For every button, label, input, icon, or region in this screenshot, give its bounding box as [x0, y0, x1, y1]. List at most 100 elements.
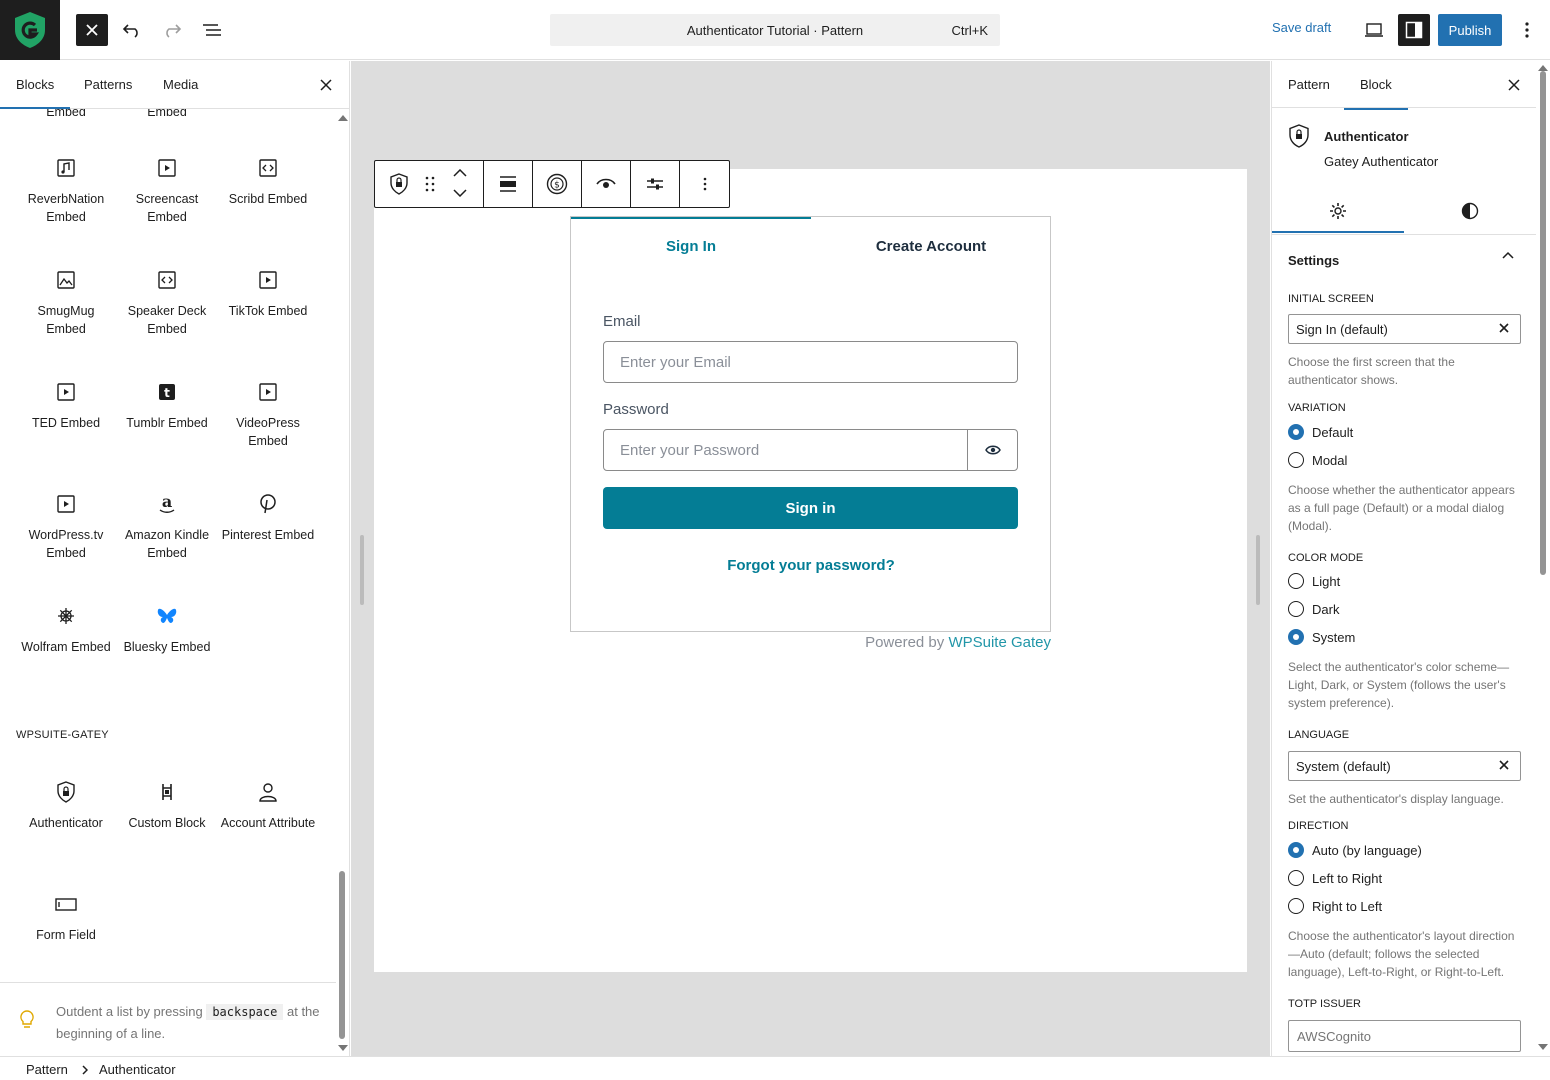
- block-item-label: Authenticator: [29, 816, 103, 830]
- block-item[interactable]: t Tumblr Embed: [119, 380, 215, 432]
- block-list: Embed Embed ReverbNation Embed Screencast…: [0, 109, 336, 982]
- language-select[interactable]: System (default): [1288, 751, 1521, 781]
- radio-variation-default[interactable]: Default: [1288, 424, 1353, 440]
- block-item[interactable]: WordPress.tv Embed: [18, 492, 114, 562]
- breadcrumb-item[interactable]: Authenticator: [99, 1062, 176, 1077]
- publish-button[interactable]: Publish: [1438, 14, 1502, 46]
- forgot-password-link[interactable]: Forgot your password?: [571, 557, 1051, 574]
- radio-direction-auto[interactable]: Auto (by language): [1288, 842, 1422, 858]
- customize-button[interactable]: [643, 172, 667, 196]
- initial-screen-select[interactable]: Sign In (default): [1288, 314, 1521, 344]
- clear-icon[interactable]: [1498, 322, 1510, 334]
- scrollbar[interactable]: [339, 871, 345, 1039]
- breadcrumb-item[interactable]: Pattern: [26, 1062, 68, 1077]
- save-draft-button[interactable]: Save draft: [1272, 20, 1331, 35]
- radio-color-system[interactable]: System: [1288, 629, 1355, 645]
- shortcut-hint: Ctrl+K: [951, 22, 988, 38]
- powered-by-link[interactable]: WPSuite Gatey: [948, 634, 1051, 651]
- radio-direction-rtl[interactable]: Right to Left: [1288, 898, 1382, 914]
- radio-color-dark[interactable]: Dark: [1288, 601, 1339, 617]
- device-preview-button[interactable]: [1358, 14, 1390, 46]
- block-item[interactable]: TED Embed: [18, 380, 114, 432]
- move-up-button[interactable]: [448, 163, 472, 183]
- tab-patterns[interactable]: Patterns: [84, 77, 132, 92]
- block-item-label: Amazon Kindle Embed: [124, 528, 210, 560]
- radio-direction-ltr[interactable]: Left to Right: [1288, 870, 1382, 886]
- block-item[interactable]: Pinterest Embed: [220, 492, 316, 544]
- block-item[interactable]: Wolfram Embed: [18, 604, 114, 656]
- close-settings-button[interactable]: [1504, 75, 1524, 95]
- tab-styles[interactable]: [1458, 199, 1482, 223]
- block-toolbar-group: [375, 161, 484, 207]
- options-button[interactable]: [1511, 14, 1543, 46]
- sign-in-button[interactable]: Sign in: [603, 487, 1018, 529]
- site-logo[interactable]: [0, 0, 60, 60]
- block-item[interactable]: Bluesky Embed: [119, 604, 215, 656]
- settings-toggle-button[interactable]: [1398, 14, 1430, 46]
- radio-color-light[interactable]: Light: [1288, 573, 1340, 589]
- block-options-button[interactable]: [693, 172, 717, 196]
- scroll-up-arrow[interactable]: [338, 115, 348, 121]
- totp-issuer-label: TOTP ISSUER: [1288, 998, 1361, 1010]
- block-item[interactable]: a Amazon Kindle Embed: [119, 492, 215, 562]
- tab-sign-in[interactable]: Sign In: [571, 217, 811, 273]
- resize-handle-right[interactable]: [1256, 535, 1260, 605]
- tab-media[interactable]: Media: [163, 77, 198, 92]
- close-icon: [1508, 79, 1520, 91]
- block-item[interactable]: Speaker Deck Embed: [119, 268, 215, 338]
- screen-button[interactable]: $: [545, 172, 569, 196]
- block-item[interactable]: Custom Block: [119, 780, 215, 832]
- password-field[interactable]: Enter your Password: [603, 429, 968, 471]
- scroll-down-arrow[interactable]: [1538, 1044, 1548, 1050]
- close-inserter-button[interactable]: [76, 14, 108, 46]
- tab-create-account[interactable]: Create Account: [811, 217, 1051, 273]
- drag-handle[interactable]: [418, 172, 442, 196]
- block-item[interactable]: TikTok Embed: [220, 268, 316, 320]
- block-item-label: Account Attribute: [220, 816, 316, 830]
- block-item[interactable]: Form Field: [18, 892, 114, 944]
- block-item[interactable]: Screencast Embed: [119, 156, 215, 226]
- block-item[interactable]: ReverbNation Embed: [18, 156, 114, 226]
- tab-pattern[interactable]: Pattern: [1288, 77, 1330, 92]
- show-password-button[interactable]: [967, 429, 1018, 471]
- block-toolbar: $: [374, 160, 730, 208]
- scroll-down-arrow[interactable]: [338, 1045, 348, 1051]
- close-inserter-panel-button[interactable]: [316, 75, 336, 95]
- scrollbar[interactable]: [1540, 71, 1546, 575]
- block-item-partial[interactable]: Embed: [119, 109, 215, 121]
- redo-button[interactable]: [156, 14, 188, 46]
- command-palette-bar[interactable]: Authenticator Tutorial · Pattern Ctrl+K: [550, 14, 1000, 46]
- initial-screen-label: INITIAL SCREEN: [1288, 293, 1374, 305]
- preview-button[interactable]: [594, 172, 618, 196]
- block-type-button[interactable]: [387, 172, 411, 196]
- more-vertical-icon: [1525, 22, 1529, 38]
- settings-panel-title[interactable]: Settings: [1288, 253, 1339, 268]
- undo-button[interactable]: [116, 14, 148, 46]
- breadcrumb: Pattern Authenticator: [0, 1056, 1550, 1080]
- radio-variation-modal[interactable]: Modal: [1288, 452, 1347, 468]
- clear-icon[interactable]: [1498, 759, 1510, 771]
- block-item[interactable]: Authenticator: [18, 780, 114, 832]
- move-down-button[interactable]: [448, 183, 472, 203]
- totp-issuer-input[interactable]: AWSCognito: [1288, 1020, 1521, 1052]
- pinterest-icon: [256, 492, 280, 516]
- tab-settings[interactable]: [1326, 199, 1350, 223]
- tab-blocks[interactable]: Blocks: [0, 77, 71, 109]
- embed-video-icon: [54, 380, 78, 404]
- close-icon: [86, 24, 98, 36]
- align-button[interactable]: [496, 172, 520, 196]
- resize-handle-left[interactable]: [360, 535, 364, 605]
- authenticator-block[interactable]: Sign In Create Account Email Enter your …: [570, 216, 1051, 632]
- document-overview-button[interactable]: [196, 14, 228, 46]
- block-item[interactable]: SmugMug Embed: [18, 268, 114, 338]
- tab-block[interactable]: Block: [1344, 77, 1408, 110]
- language-label: LANGUAGE: [1288, 729, 1350, 741]
- block-item[interactable]: VideoPress Embed: [220, 380, 316, 450]
- block-item[interactable]: Account Attribute: [220, 780, 316, 832]
- block-item[interactable]: Scribd Embed: [220, 156, 316, 208]
- block-item-partial[interactable]: Embed: [18, 109, 114, 121]
- chevron-up-icon[interactable]: [1502, 251, 1514, 259]
- radio-dot: [1288, 452, 1304, 468]
- email-field[interactable]: Enter your Email: [603, 341, 1018, 383]
- radio-dot: [1288, 573, 1304, 589]
